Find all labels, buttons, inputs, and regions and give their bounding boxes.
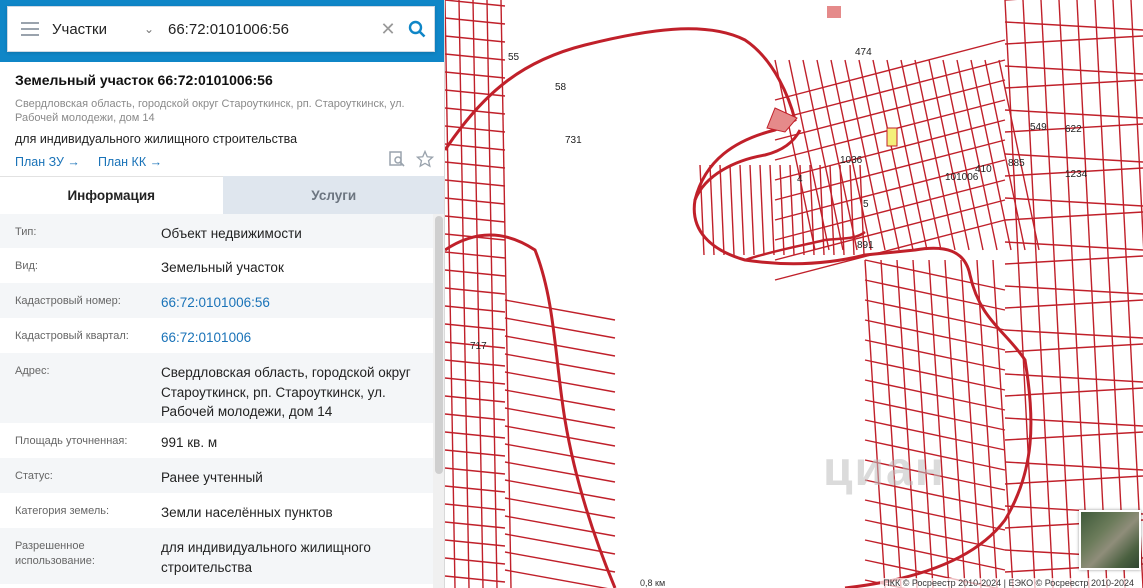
parcel-permitted-use: для индивидуального жилищного строительс… [15,132,298,146]
satellite-layer-toggle[interactable] [1079,510,1141,570]
map-parcel-label: 474 [855,47,872,58]
info-row-link[interactable]: 66:72:0101006 [161,328,433,348]
map-scale: 0,8 км [640,578,666,588]
map-parcel-label: 1036 [840,155,863,166]
search-icon [408,20,426,38]
layer-select-value: Участки [52,20,107,38]
map-parcel-label: 885 [1008,158,1025,169]
info-row-value: для индивидуального жилищного строительс… [161,540,371,575]
info-row-value: Земельный участок [161,260,284,275]
info-row-label: Адрес: [15,365,50,377]
info-row-label: Кадастровый квартал: [15,330,129,342]
layer-select[interactable]: Участки ⌄ [52,21,164,38]
info-row: Категория земель: Земли населённых пункто… [0,493,433,528]
info-row-label: Категория земель: [15,505,110,517]
info-row-label: Разрешенное использование: [15,540,95,567]
map-parcel-label: 5 [863,199,869,210]
tab-services[interactable]: Услуги [222,176,444,214]
info-row-value: Ранее учтенный [161,470,263,485]
map-parcel-label: 1234 [1065,169,1088,180]
close-icon[interactable]: ✕ [376,19,400,40]
map-parcel-label: 410 [975,164,992,175]
map-parcel-label: 622 [1065,124,1082,135]
info-row-label: Тип: [15,226,37,238]
parcel-header: Земельный участок 66:72:0101006:56 Сверд… [15,72,435,169]
map-parcel-label: 549 [1030,122,1047,133]
search-button[interactable] [400,20,434,38]
info-row-value: Земли населённых пунктов [161,505,333,520]
cadastral-map[interactable]: 474 55 58 731 1036 4 5 891 101006 410 885 549 622 123… [445,0,1143,588]
map-parcel-label: 58 [555,82,567,93]
map-parcel-label: 717 [470,341,487,352]
map-attribution: ПКК © Росреестр 2010-2024 | ЕЭКО © Росре… [880,578,1137,588]
plan-zu-link[interactable]: План ЗУ → [15,155,80,169]
info-row: Статус: Ранее учтенный [0,458,433,493]
map-parcel-label: 55 [508,52,520,63]
info-row-value: Объект недвижимости [161,226,302,241]
parcel-address: Свердловская область, городской округ Ст… [15,98,405,124]
info-row: Тип: Объект недвижимости [0,214,433,248]
menu-icon[interactable] [8,6,52,52]
search-bar: Участки ⌄ 66:72:0101006:56 ✕ [7,6,435,52]
info-row: Адрес: Свердловская область, городской ок… [0,353,433,423]
selected-parcel[interactable] [886,127,898,147]
info-row: Разрешенное использование: для индивидуал… [0,528,433,584]
watermark: циан [823,443,946,496]
search-input[interactable]: 66:72:0101006:56 [164,21,376,38]
info-row-label: Вид: [15,260,38,272]
info-row-label: Кадастровый номер: [15,295,121,307]
map-canvas[interactable]: 474 55 58 731 1036 4 5 891 101006410 885 549 622 123… [445,0,1143,588]
info-row-label: Площадь уточненная: [15,435,128,447]
info-row-value: 991 кв. м [161,435,218,450]
chevron-down-icon: ⌄ [143,22,154,36]
map-parcel-label: 101006 [945,172,979,183]
scrollbar-thumb[interactable] [435,216,443,474]
map-parcel-label: 4 [797,174,803,185]
map-parcel-label: 731 [565,135,582,146]
search-doc-icon[interactable] [388,150,406,168]
info-row: Кадастровый квартал: 66:72:0101006 [0,318,433,353]
info-row: Кадастровый номер: 66:72:0101006:56 [0,283,433,318]
info-row-link[interactable]: 66:72:0101006:56 [161,293,433,313]
parcel-title: Земельный участок 66:72:0101006:56 [15,72,273,88]
scrollbar[interactable] [433,214,444,588]
map-parcel-label: 891 [857,240,874,251]
star-icon[interactable] [416,150,434,168]
tabs: Информация Услуги [0,176,444,214]
info-row-value: Свердловская область, городской округ Ст… [161,365,411,419]
tab-info[interactable]: Информация [0,176,223,214]
info-row-label: Статус: [15,470,53,482]
plan-kk-link[interactable]: План КК → [98,155,162,169]
info-row: Площадь уточненная: 991 кв. м [0,423,433,458]
info-row: Вид: Земельный участок [0,248,433,283]
info-panel: Участки ⌄ 66:72:0101006:56 ✕ Земельный у… [0,0,445,588]
info-table: Тип: Объект недвижимости Вид: Земельный уча… [0,214,433,584]
